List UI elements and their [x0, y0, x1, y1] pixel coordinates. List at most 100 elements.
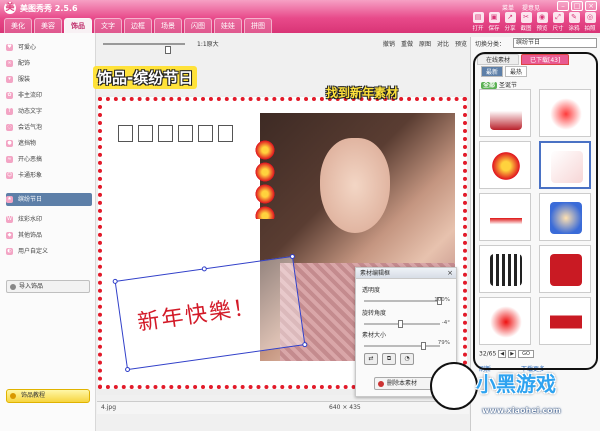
actual-size-button[interactable]: 1:1原大 [197, 39, 219, 48]
flip-horizontal-button[interactable]: ⇄ [364, 353, 378, 365]
copy-layer-button[interactable]: ⧉ [382, 353, 396, 365]
tab-doll[interactable]: 娃娃 [214, 18, 242, 33]
size-label: 素材大小 [362, 332, 387, 339]
resize-button[interactable]: ⤢ 尺寸 [550, 12, 566, 32]
tab-text[interactable]: 文字 [94, 18, 122, 33]
status-bar: 4.jpg 640 × 435 [97, 401, 469, 414]
sidebar-item-cartoon[interactable]: ☺ 卡通形象 [6, 169, 92, 182]
postcode-box [138, 125, 153, 142]
sidebar-item-alt-stamp[interactable]: ✿ 非主流印 [6, 89, 92, 102]
annotation-callout: 找到新年素材 [326, 86, 399, 100]
sidebar-item-watermark[interactable]: W 炫彩水印 [6, 213, 92, 226]
sidebar-item-label: 缤纷节日 [18, 196, 43, 203]
redo-button[interactable]: 重做 [401, 39, 413, 48]
size-slider[interactable] [364, 342, 440, 350]
maximize-button[interactable]: □ [571, 1, 583, 11]
sidebar-item-accessory[interactable]: ∞ 配饰 [6, 57, 92, 70]
size-value: 79% [437, 340, 450, 346]
compare-button[interactable]: 对比 [437, 39, 449, 48]
sidebar-item-funny[interactable]: ≈ 开心恶搞 [6, 153, 92, 166]
pencil-icon: ✎ [568, 12, 580, 23]
zoom-slider[interactable] [103, 43, 185, 54]
resize-handle[interactable] [124, 366, 131, 373]
app-window: 美 美图秀秀 2.5.6 菜单 提意见 – □ × 美化 美容 饰品 文字 边框… [0, 0, 600, 431]
bulb-icon [10, 393, 16, 399]
sidebar-item-speech-bubble[interactable]: ◌ 会话气泡 [6, 121, 92, 134]
save-button[interactable]: ▣ 保存 [486, 12, 502, 32]
screenshot-button[interactable]: ✂ 截图 [518, 12, 534, 32]
open-button[interactable]: ▤ 打开 [470, 12, 486, 32]
edit-toolbar: 1:1原大 撤销 重做 原图 对比 预览 [97, 37, 469, 54]
size-slider-knob[interactable] [421, 342, 427, 350]
sidebar-item-label: 炫彩水印 [18, 216, 43, 223]
menu-link[interactable]: 菜单 [502, 5, 514, 12]
zoom-slider-knob[interactable] [165, 46, 171, 54]
sidebar-item-label: 遮挡物 [18, 140, 37, 147]
brand-url: www.xiaohei.com [482, 406, 561, 415]
minimize-button[interactable]: – [557, 1, 569, 11]
window-controls: – □ × [557, 1, 597, 11]
panel-title: 素材编辑框 [356, 268, 456, 279]
doodle-button[interactable]: ✎ 涂鸦 [566, 12, 582, 32]
shirt-icon: ▾ [6, 76, 13, 83]
sidebar-item-other[interactable]: ◆ 其他饰品 [6, 229, 92, 242]
share-icon: ↗ [504, 12, 516, 23]
mask-icon: ● [6, 140, 13, 147]
preview-edit-button[interactable]: 预览 [455, 39, 467, 48]
stamp-icon: ✿ [6, 92, 13, 99]
share-button[interactable]: ↗ 分享 [502, 12, 518, 32]
rotate-handle[interactable] [201, 266, 208, 272]
gift-icon: ★ [6, 196, 13, 203]
camera-icon: ◎ [584, 12, 596, 23]
brand-text: 小黑游戏 [476, 372, 556, 396]
rotation-slider[interactable] [364, 320, 440, 328]
feedback-link[interactable]: 提意见 [522, 5, 540, 12]
postcode-box [158, 125, 173, 142]
category-label: 切换分类： [475, 41, 506, 48]
tab-beauty[interactable]: 美容 [34, 18, 62, 33]
opacity-value: 100% [434, 297, 450, 303]
postcode-box [118, 125, 133, 142]
mustache-icon: ≈ [6, 156, 13, 163]
sidebar-item-label: 用户自定义 [18, 248, 49, 255]
tab-beautify[interactable]: 美化 [4, 18, 32, 33]
sidebar-item-animated-text[interactable]: T 动态文字 [6, 105, 92, 118]
tab-border[interactable]: 边框 [124, 18, 152, 33]
tab-scene[interactable]: 场景 [154, 18, 182, 33]
tab-flash[interactable]: 闪图 [184, 18, 212, 33]
sidebar-item-label: 非主流印 [18, 92, 43, 99]
original-button[interactable]: 原图 [419, 39, 431, 48]
preview-label: 预览 [536, 26, 548, 32]
share-label: 分享 [504, 26, 516, 32]
close-icon[interactable]: × [447, 269, 453, 277]
opacity-slider[interactable] [364, 297, 442, 305]
undo-button[interactable]: 撤销 [383, 39, 395, 48]
category-select[interactable]: 缤纷节日 [513, 38, 597, 48]
sidebar-item-label: 配饰 [18, 60, 31, 67]
sidebar-item-cover[interactable]: ● 遮挡物 [6, 137, 92, 150]
screenshot-icon: ✂ [520, 12, 532, 23]
sidebar-item-cute-heart[interactable]: ♥ 可爱心 [6, 41, 92, 54]
tab-accessories[interactable]: 饰品 [64, 18, 92, 33]
camera-button[interactable]: ◎ 拍照 [582, 12, 598, 32]
sidebar-item-label: 可爱心 [18, 44, 37, 51]
tutorial-label: 饰品教程 [21, 392, 46, 399]
file-name: 4.jpg [101, 404, 117, 411]
sidebar-item-festival[interactable]: ★ 缤纷节日 [6, 193, 92, 206]
bow-icon: ∞ [6, 60, 13, 67]
resize-handle[interactable] [112, 278, 119, 285]
tab-collage[interactable]: 拼图 [244, 18, 272, 33]
preview-button[interactable]: ◉ 预览 [534, 12, 550, 32]
rotation-slider-knob[interactable] [398, 320, 404, 328]
delete-label: 删除本素材 [387, 380, 418, 387]
close-button[interactable]: × [585, 1, 597, 11]
import-accessory-button[interactable]: 导入饰品 [6, 280, 90, 293]
user-icon: ◐ [6, 248, 13, 255]
sidebar-item-clothing[interactable]: ▾ 服装 [6, 73, 92, 86]
color-layer-button[interactable]: ◔ [400, 353, 414, 365]
sidebar-item-custom[interactable]: ◐ 用户自定义 [6, 245, 92, 258]
cartoon-icon: ☺ [6, 172, 13, 179]
tutorial-button[interactable]: 饰品教程 [6, 389, 90, 403]
delete-icon [378, 381, 384, 387]
sidebar-item-label: 动态文字 [18, 108, 43, 115]
